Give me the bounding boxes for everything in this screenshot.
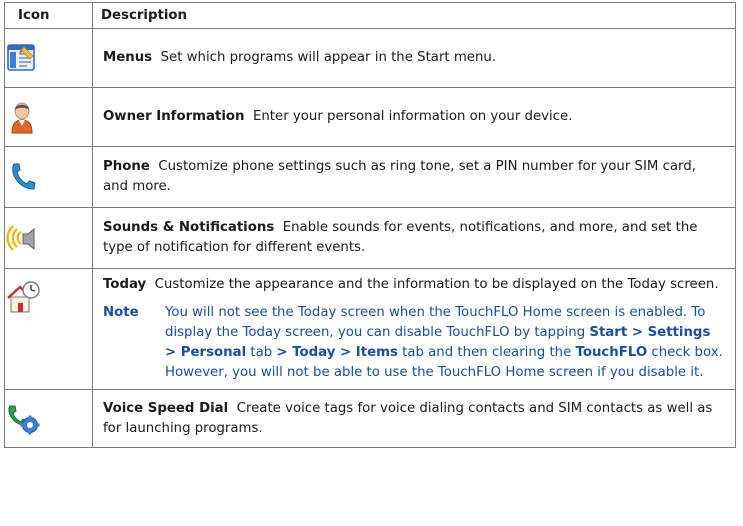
note-path-today: > Today > Items (276, 345, 398, 360)
note-text: You will not see the Today screen when t… (165, 303, 725, 383)
setting-name: Sounds & Notifications (103, 220, 275, 235)
setting-name: Voice Speed Dial (103, 400, 229, 416)
note-box: Note You will not see the Today screen w… (103, 303, 725, 383)
settings-table: Icon Description Menus Set which program… (4, 2, 736, 448)
icon-cell (4, 146, 93, 208)
icon-cell (4, 389, 93, 448)
icon-cell (4, 207, 93, 269)
note-checkbox-name: TouchFLO (575, 345, 648, 360)
icon-column-header: Icon (4, 2, 93, 29)
table-row-phone: Phone Customize phone settings such as r… (4, 146, 736, 208)
setting-description: Enter your personal information on your … (252, 109, 573, 124)
icon-cell (4, 268, 93, 390)
phone-icon (12, 163, 36, 190)
setting-name: Phone (103, 159, 150, 174)
table-row-menus: Menus Set which programs will appear in … (4, 28, 736, 88)
description-column-header: Description (92, 2, 736, 29)
setting-name: Owner Information (103, 109, 245, 124)
setting-description: Customize the appearance and the informa… (154, 277, 719, 292)
description-cell: Sounds & Notifications Enable sounds for… (92, 207, 736, 269)
sounds-notifications-icon (6, 225, 35, 251)
icon-cell (4, 87, 93, 147)
setting-name: Menus (103, 50, 153, 65)
page: Icon Description Menus Set which program… (0, 0, 743, 526)
owner-information-icon (11, 102, 33, 134)
voice-speed-dial-icon (8, 405, 40, 434)
description-cell: Today Customize the appearance and the i… (92, 268, 736, 390)
setting-description: Customize phone settings such as ring to… (103, 159, 696, 194)
table-row-voice-speed-dial: Voice Speed Dial Create voice tags for v… (4, 389, 736, 448)
setting-description: Set which programs will appear in the St… (160, 50, 497, 65)
table-row-today: Today Customize the appearance and the i… (4, 268, 736, 390)
note-text-part: tab and then clearing the (402, 345, 572, 360)
setting-name: Today (103, 277, 147, 292)
description-cell: Phone Customize phone settings such as r… (92, 146, 736, 208)
table-header-row: Icon Description (4, 2, 736, 29)
description-cell: Owner Information Enter your personal in… (92, 87, 736, 147)
table-row-owner-information: Owner Information Enter your personal in… (4, 87, 736, 147)
menus-icon (7, 44, 35, 71)
icon-cell (4, 28, 93, 88)
description-cell: Voice Speed Dial Create voice tags for v… (92, 389, 736, 448)
today-icon (7, 281, 40, 313)
table-row-sounds-notifications: Sounds & Notifications Enable sounds for… (4, 207, 736, 269)
note-text-part: tab (250, 345, 273, 360)
note-label: Note (103, 305, 139, 320)
description-cell: Menus Set which programs will appear in … (92, 28, 736, 88)
